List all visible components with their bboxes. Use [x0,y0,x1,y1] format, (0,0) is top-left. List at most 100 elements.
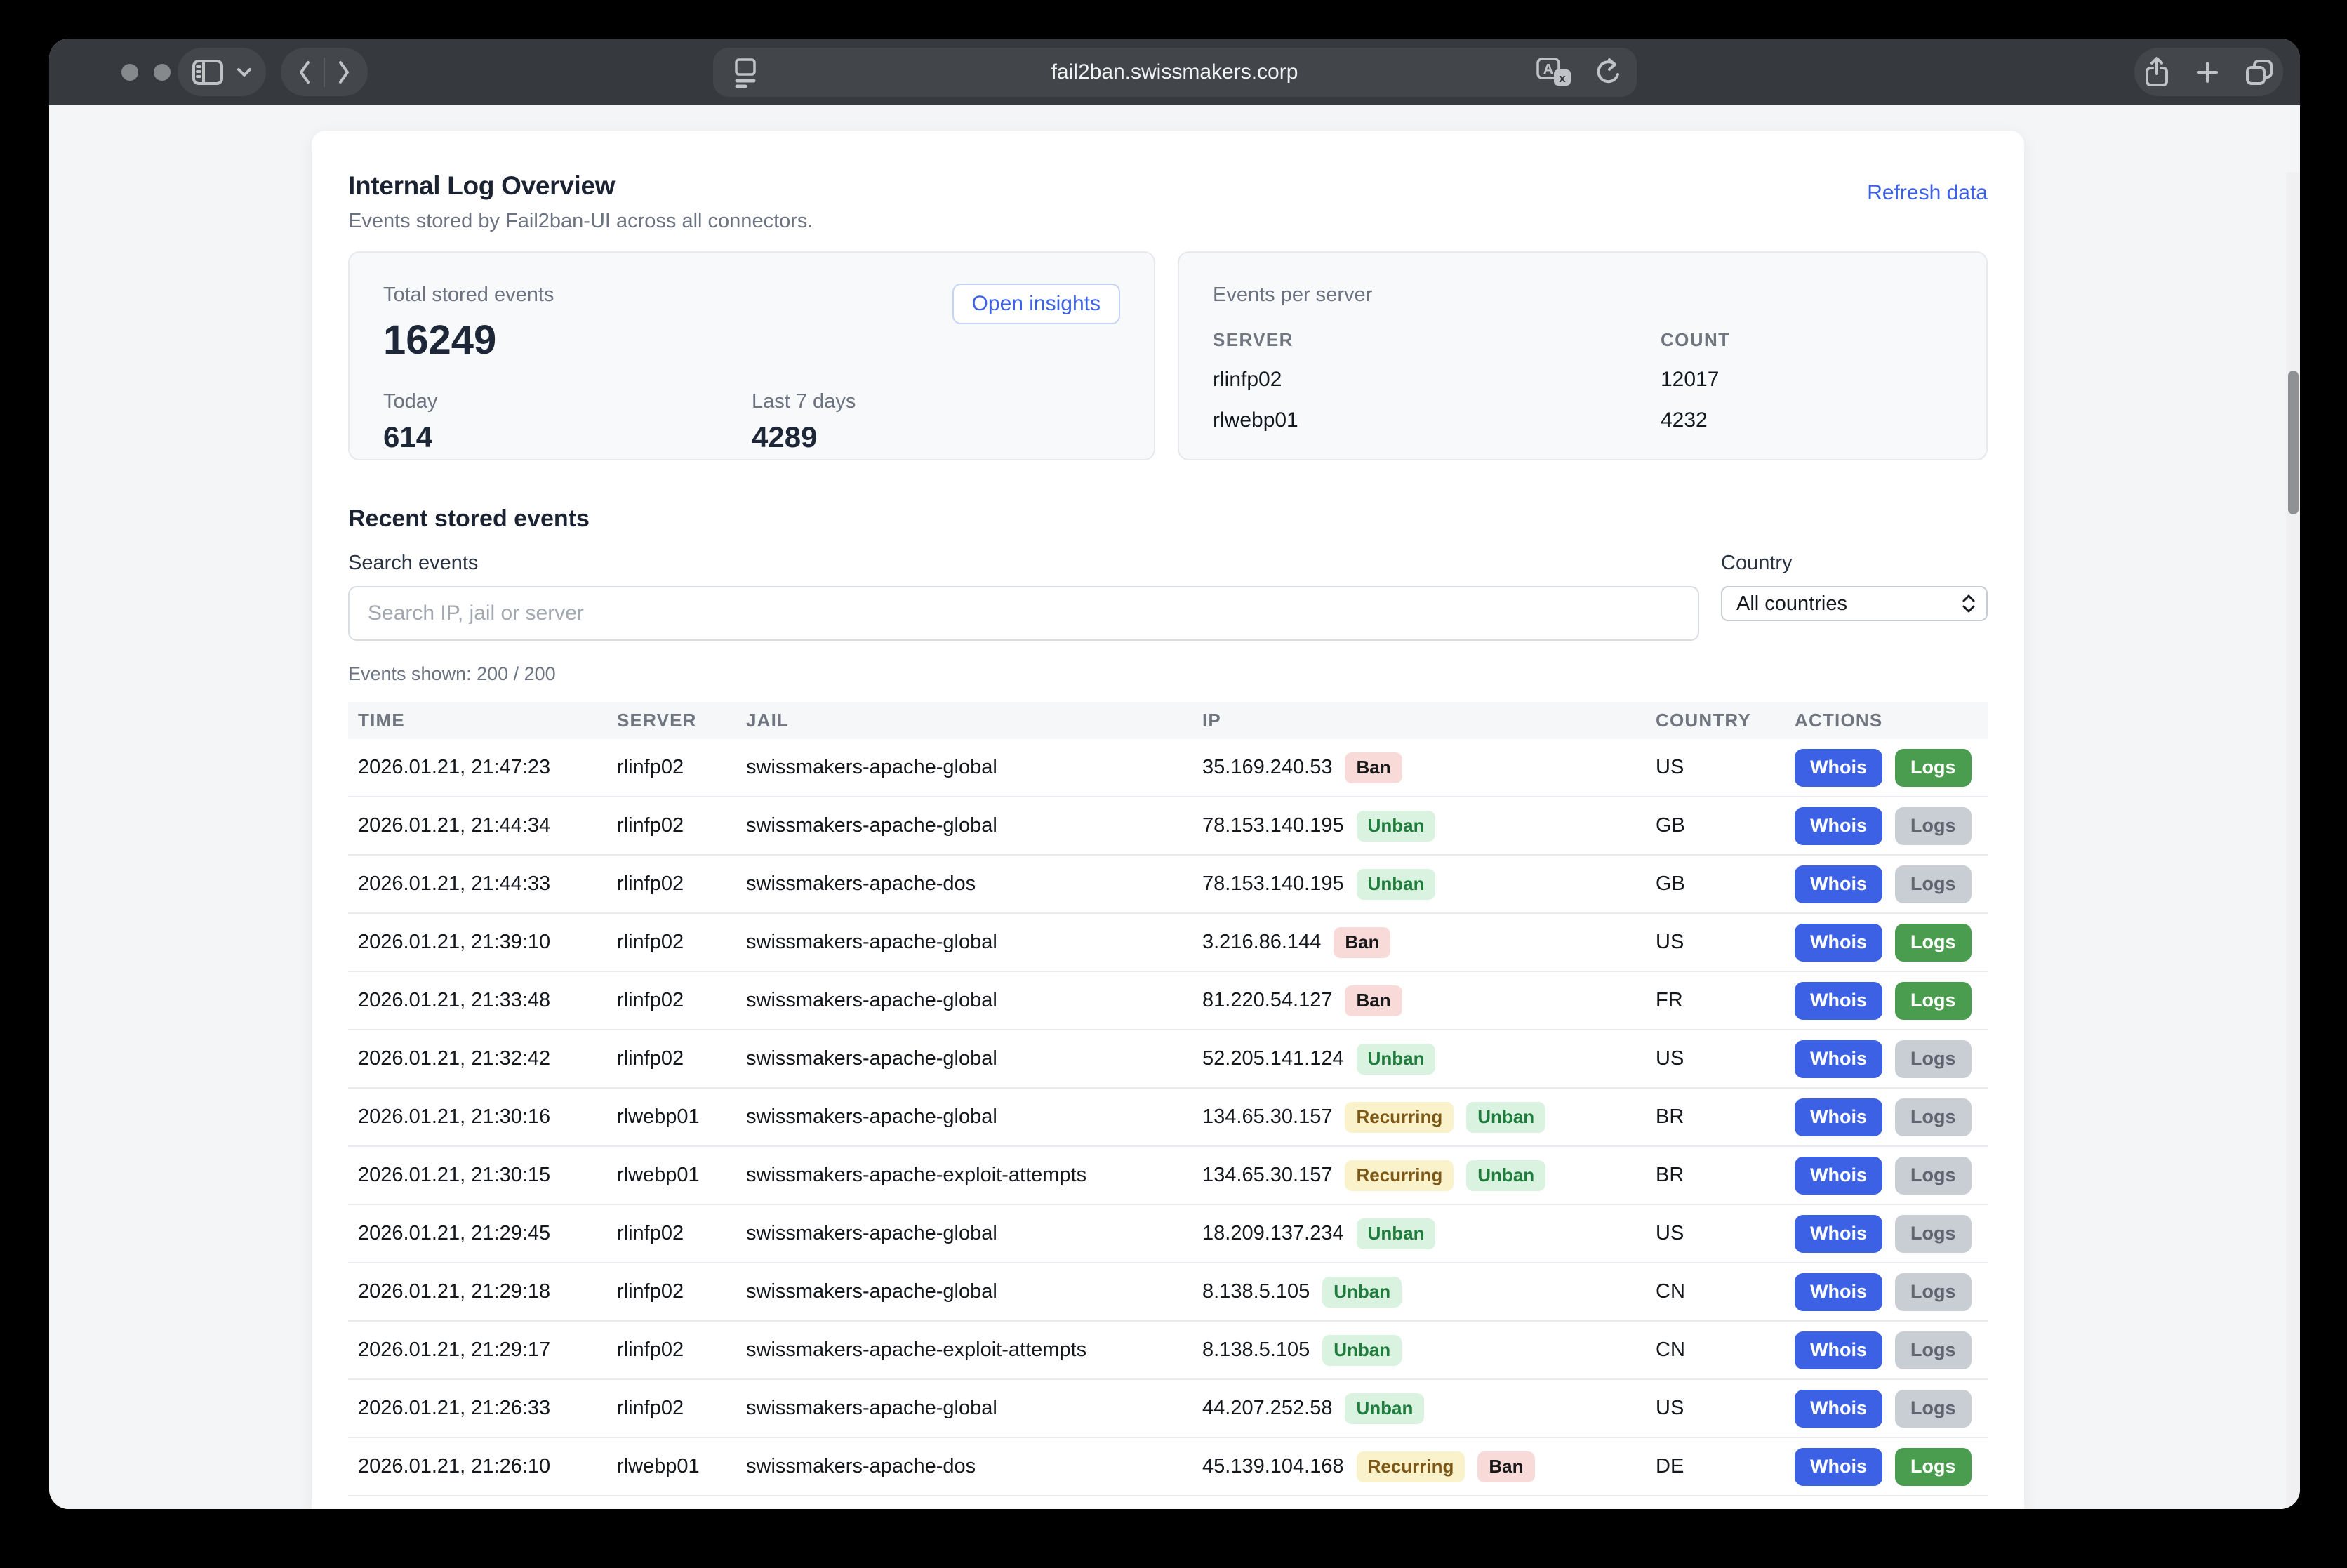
chevron-down-icon[interactable] [236,67,253,78]
event-country: US [1656,931,1795,954]
country-select-value: All countries [1736,592,1961,616]
whois-button[interactable]: Whois [1795,1215,1882,1253]
logs-button[interactable]: Logs [1895,865,1972,903]
search-input[interactable] [348,586,1699,641]
select-chevrons-icon [1961,593,1976,614]
whois-button[interactable]: Whois [1795,1098,1882,1136]
nav-button-group [281,48,368,96]
open-insights-button[interactable]: Open insights [952,284,1120,324]
scrollbar-track[interactable] [2286,172,2300,1509]
event-jail: swissmakers-apache-global [746,756,1202,779]
logs-button[interactable]: Logs [1895,1448,1972,1486]
whois-button[interactable]: Whois [1795,1448,1882,1486]
reload-icon[interactable] [1590,58,1621,88]
event-jail: swissmakers-apache-dos [746,872,1202,896]
whois-button[interactable]: Whois [1795,865,1882,903]
whois-button[interactable]: Whois [1795,1040,1882,1078]
event-country: BR [1656,1164,1795,1187]
close-window-button[interactable] [121,64,138,81]
event-time: 2026.01.21, 21:32:42 [348,1047,617,1070]
logs-button[interactable]: Logs [1895,1157,1972,1195]
event-ip-cell: 134.65.30.157RecurringUnban [1202,1102,1656,1133]
forward-icon[interactable] [335,57,353,88]
search-events-label: Search events [348,552,1699,575]
events-shown-text: Events shown: 200 / 200 [348,663,1988,685]
logs-button[interactable]: Logs [1895,1273,1972,1311]
event-ip: 8.138.5.105 [1202,1280,1310,1303]
event-jail: swissmakers-apache-global [746,989,1202,1012]
event-row: 2026.01.21, 21:26:33rlinfp02swissmakers-… [348,1380,1988,1438]
event-server: rlinfp02 [617,872,746,896]
event-country: CN [1656,1280,1795,1303]
events-per-server-title: Events per server [1213,284,1953,307]
minimize-window-button[interactable] [154,64,171,81]
event-row: 2026.01.21, 21:30:16rlwebp01swissmakers-… [348,1089,1988,1147]
events-per-server-card: Events per server SERVER COUNT rlinfp02 … [1178,251,1988,460]
event-server: rlinfp02 [617,931,746,954]
reader-icon[interactable] [731,58,759,88]
event-ip: 3.216.86.144 [1202,931,1321,954]
logs-button[interactable]: Logs [1895,982,1972,1020]
logs-button[interactable]: Logs [1895,807,1972,845]
whois-button[interactable]: Whois [1795,982,1882,1020]
event-ip: 8.138.5.105 [1202,1338,1310,1362]
country-select[interactable]: All countries [1721,586,1988,621]
status-badge-unban: Unban [1357,1218,1436,1249]
column-header-ip: IP [1202,710,1656,731]
event-country: BR [1656,1105,1795,1129]
browser-toolbar: fail2ban.swissmakers.corp A x [49,39,2300,105]
whois-button[interactable]: Whois [1795,1157,1882,1195]
whois-button[interactable]: Whois [1795,1390,1882,1428]
today-label: Today [383,390,752,413]
refresh-data-link[interactable]: Refresh data [1867,181,1988,205]
event-jail: swissmakers-apache-global [746,1397,1202,1420]
event-actions: Whois Logs [1795,807,1988,845]
count-column-header: COUNT [1661,329,1953,351]
share-icon[interactable] [2143,55,2171,89]
whois-button[interactable]: Whois [1795,749,1882,787]
event-server: rlinfp02 [617,1047,746,1070]
address-bar[interactable]: fail2ban.swissmakers.corp A x [713,48,1637,97]
event-country: GB [1656,872,1795,896]
event-jail: swissmakers-apache-global [746,1222,1202,1245]
translate-icon[interactable]: A x [1536,56,1574,90]
logs-button[interactable]: Logs [1895,924,1972,962]
new-tab-icon[interactable] [2195,60,2220,85]
events-table-rows: 2026.01.21, 21:47:23rlinfp02swissmakers-… [348,739,1988,1496]
event-ip: 78.153.140.195 [1202,814,1344,837]
whois-button[interactable]: Whois [1795,1273,1882,1311]
whois-button[interactable]: Whois [1795,1331,1882,1369]
event-server: rlwebp01 [617,1105,746,1129]
column-header-actions: Actions [1795,710,1988,731]
sidebar-icon[interactable] [191,58,225,86]
sidebar-button-group [178,48,266,96]
total-events-value: 16249 [383,317,554,364]
logs-button[interactable]: Logs [1895,1390,1972,1428]
scrollbar-thumb[interactable] [2288,371,2299,514]
event-row: 2026.01.21, 21:29:45rlinfp02swissmakers-… [348,1205,1988,1263]
column-header-server: Server [617,710,746,731]
event-actions: Whois Logs [1795,749,1988,787]
event-country: US [1656,1047,1795,1070]
event-server: rlinfp02 [617,814,746,837]
event-jail: swissmakers-apache-dos [746,1455,1202,1478]
event-row: 2026.01.21, 21:26:10rlwebp01swissmakers-… [348,1438,1988,1496]
whois-button[interactable]: Whois [1795,807,1882,845]
event-time: 2026.01.21, 21:29:17 [348,1338,617,1362]
logs-button[interactable]: Logs [1895,1040,1972,1078]
logs-button[interactable]: Logs [1895,749,1972,787]
tab-overview-icon[interactable] [2244,58,2275,87]
back-icon[interactable] [295,57,314,88]
event-row: 2026.01.21, 21:30:15rlwebp01swissmakers-… [348,1147,1988,1205]
logs-button[interactable]: Logs [1895,1215,1972,1253]
event-server: rlwebp01 [617,1164,746,1187]
logs-button[interactable]: Logs [1895,1098,1972,1136]
whois-button[interactable]: Whois [1795,924,1882,962]
column-header-jail: Jail [746,710,1202,731]
logs-button[interactable]: Logs [1895,1331,1972,1369]
event-time: 2026.01.21, 21:39:10 [348,931,617,954]
status-badge-ban: Ban [1334,927,1390,958]
event-ip-cell: 81.220.54.127Ban [1202,985,1656,1016]
today-value: 614 [383,420,752,454]
event-server: rlinfp02 [617,1397,746,1420]
